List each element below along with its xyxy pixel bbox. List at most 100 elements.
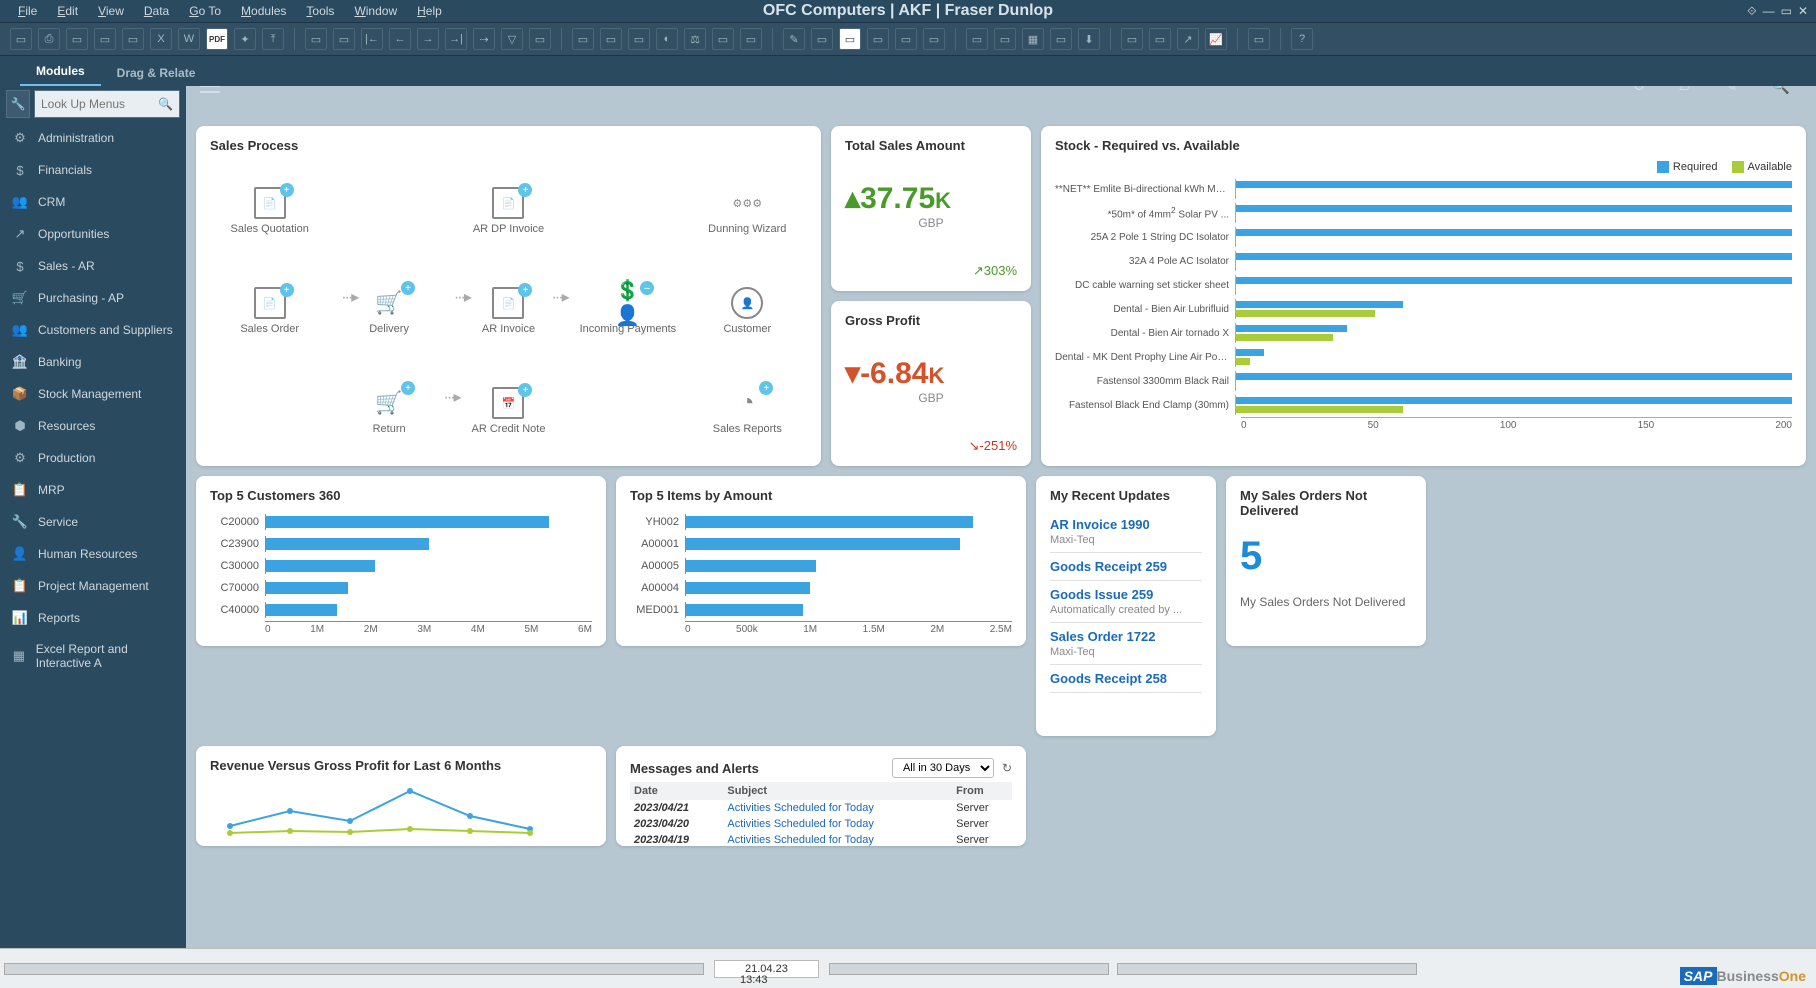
node-dunning-wizard[interactable]: ⚙⚙⚙Dunning Wizard (708, 187, 786, 235)
hamburger-icon[interactable] (200, 86, 220, 93)
item-bar-row[interactable]: MED001 (630, 599, 1012, 621)
sidebar-item-administration[interactable]: ⚙Administration (0, 122, 186, 154)
menu-data[interactable]: Data (134, 2, 179, 20)
toolbar-btn-29[interactable]: ▭ (839, 28, 861, 50)
menu-goto[interactable]: Go To (179, 2, 231, 20)
status-scroll-2[interactable] (829, 963, 1109, 975)
toolbar-btn-42[interactable]: ▭ (1248, 28, 1270, 50)
toolbar-btn-25[interactable]: ▭ (712, 28, 734, 50)
toolbar-btn-38[interactable]: ▭ (1121, 28, 1143, 50)
search-header-icon[interactable]: 🔍 (1771, 86, 1790, 95)
toolbar-btn-37[interactable]: ⬇ (1078, 28, 1100, 50)
toolbar-btn-27[interactable]: ✎ (783, 28, 805, 50)
customer-bar-row[interactable]: C70000 (210, 577, 592, 599)
node-sales-reports[interactable]: ◔+Sales Reports (713, 387, 782, 435)
sidebar-item-stock-management[interactable]: 📦Stock Management (0, 378, 186, 410)
window-close-icon[interactable]: ✕ (1798, 4, 1808, 19)
menu-window[interactable]: Window (344, 2, 407, 20)
item-bar-row[interactable]: A00005 (630, 555, 1012, 577)
toolbar-btn-20[interactable]: ▭ (572, 28, 594, 50)
toolbar-btn-28[interactable]: ▭ (811, 28, 833, 50)
stock-row[interactable]: Dental - MK Dent Prophy Line Air Polis..… (1055, 345, 1792, 369)
update-item[interactable]: Goods Issue 259Automatically created by … (1050, 581, 1202, 623)
toolbar-filter-icon[interactable]: ▽ (501, 28, 523, 50)
status-scroll-3[interactable] (1117, 963, 1417, 975)
messages-filter-select[interactable]: All in 30 Days (892, 758, 994, 778)
toolbar-btn-2[interactable]: ⎙ (38, 28, 60, 50)
menu-view[interactable]: View (88, 2, 134, 20)
message-row[interactable]: 2023/04/19Activities Scheduled for Today… (630, 832, 1012, 848)
customer-bar-row[interactable]: C30000 (210, 555, 592, 577)
sidebar-item-production[interactable]: ⚙Production (0, 442, 186, 474)
toolbar-help-icon[interactable]: ? (1291, 28, 1313, 50)
update-item[interactable]: AR Invoice 1990Maxi-Teq (1050, 511, 1202, 553)
toolbar-nav-prev-icon[interactable]: ← (389, 28, 411, 50)
update-link[interactable]: AR Invoice 1990 (1050, 517, 1202, 532)
menu-help[interactable]: Help (407, 2, 452, 20)
update-link[interactable]: Goods Issue 259 (1050, 587, 1202, 602)
sidebar-item-reports[interactable]: 📊Reports (0, 602, 186, 634)
sidebar-item-purchasing-ap[interactable]: 🛒Purchasing - AP (0, 282, 186, 314)
message-row[interactable]: 2023/04/20Activities Scheduled for Today… (630, 816, 1012, 832)
customer-bar-row[interactable]: C23900 (210, 533, 592, 555)
toolbar-btn-3[interactable]: ▭ (66, 28, 88, 50)
toolbar-btn-33[interactable]: ▭ (966, 28, 988, 50)
not-delivered-card[interactable]: My Sales Orders Not Delivered 5 My Sales… (1226, 476, 1426, 646)
kpi-total-sales[interactable]: Total Sales Amount ▴37.75K GBP ↗303% (831, 126, 1031, 291)
toolbar-btn-23[interactable]: ◐ (656, 28, 678, 50)
refresh-icon[interactable]: ↻ (1633, 86, 1646, 95)
sidebar-item-sales-ar[interactable]: $Sales - AR (0, 250, 186, 282)
window-link-icon[interactable]: ⟐ (1747, 4, 1756, 19)
stock-row[interactable]: DC cable warning set sticker sheet (1055, 273, 1792, 297)
sidebar-item-service[interactable]: 🔧Service (0, 506, 186, 538)
toolbar-btn-41[interactable]: 📈 (1205, 28, 1227, 50)
node-ar-dp-invoice[interactable]: 📄+AR DP Invoice (473, 187, 544, 235)
toolbar-pdf-icon[interactable]: PDF (206, 28, 228, 50)
top-items-card[interactable]: Top 5 Items by Amount YH002A00001A00005A… (616, 476, 1026, 646)
sidebar-item-resources[interactable]: ⬢Resources (0, 410, 186, 442)
item-bar-row[interactable]: YH002 (630, 511, 1012, 533)
stock-row[interactable]: **NET** Emlite Bi-directional kWh Mete..… (1055, 177, 1792, 201)
col-from[interactable]: From (952, 782, 1012, 800)
tab-modules[interactable]: Modules (20, 58, 101, 86)
node-ar-invoice[interactable]: ···▸📄+AR Invoice (482, 287, 535, 335)
menu-tools[interactable]: Tools (296, 2, 344, 20)
update-item[interactable]: Goods Receipt 258 (1050, 665, 1202, 693)
toolbar-btn-12[interactable]: ▭ (333, 28, 355, 50)
customer-bar-row[interactable]: C40000 (210, 599, 592, 621)
stock-row[interactable]: Dental - Bien Air tornado X (1055, 321, 1792, 345)
toolbar-btn-19[interactable]: ▭ (529, 28, 551, 50)
menu-file[interactable]: File (8, 2, 47, 20)
sidebar-item-customers-and-suppliers[interactable]: 👥Customers and Suppliers (0, 314, 186, 346)
update-link[interactable]: Goods Receipt 258 (1050, 671, 1202, 686)
toolbar-btn-17[interactable]: ⇢ (473, 28, 495, 50)
top-customers-card[interactable]: Top 5 Customers 360 C20000C23900C30000C7… (196, 476, 606, 646)
toolbar-nav-next-icon[interactable]: → (417, 28, 439, 50)
node-customer[interactable]: 👤Customer (723, 287, 771, 335)
sidebar-item-mrp[interactable]: 📋MRP (0, 474, 186, 506)
sidebar-item-human-resources[interactable]: 👤Human Resources (0, 538, 186, 570)
status-scroll-1[interactable] (4, 963, 704, 975)
sidebar-item-banking[interactable]: 🏦Banking (0, 346, 186, 378)
update-link[interactable]: Goods Receipt 259 (1050, 559, 1202, 574)
window-minimize-icon[interactable]: — (1763, 4, 1775, 19)
toolbar-btn-34[interactable]: ▭ (994, 28, 1016, 50)
toolbar-btn-1[interactable]: ▭ (10, 28, 32, 50)
wrench-icon[interactable]: 🔧 (6, 90, 30, 118)
folder-icon[interactable]: ▱ (1679, 86, 1691, 95)
stock-row[interactable]: 32A 4 Pole AC Isolator (1055, 249, 1792, 273)
toolbar-btn-11[interactable]: ▭ (305, 28, 327, 50)
toolbar-btn-5[interactable]: ▭ (122, 28, 144, 50)
sidebar-item-financials[interactable]: $Financials (0, 154, 186, 186)
toolbar-btn-32[interactable]: ▭ (923, 28, 945, 50)
toolbar-lock-icon[interactable]: ⤒ (262, 28, 284, 50)
sidebar-item-excel-report-and-interactive-a[interactable]: ▦Excel Report and Interactive A (0, 634, 186, 678)
toolbar-btn-4[interactable]: ▭ (94, 28, 116, 50)
stock-row[interactable]: Fastensol 3300mm Black Rail (1055, 369, 1792, 393)
window-restore-icon[interactable]: ▭ (1781, 4, 1792, 19)
sidebar-item-project-management[interactable]: 📋Project Management (0, 570, 186, 602)
col-date[interactable]: Date (630, 782, 723, 800)
toolbar-btn-26[interactable]: ▭ (740, 28, 762, 50)
sidebar-item-crm[interactable]: 👥CRM (0, 186, 186, 218)
stock-row[interactable]: 25A 2 Pole 1 String DC Isolator (1055, 225, 1792, 249)
